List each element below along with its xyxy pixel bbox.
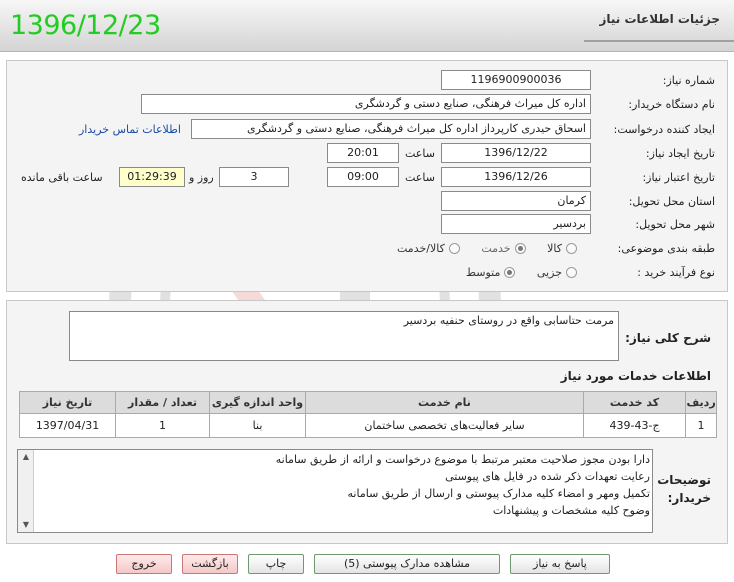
buyer-notes-text: دارا بودن مجوز صلاحیت معتبر مرتبط با موض… [36, 451, 650, 519]
buyer-notes-label-line1: توضیحات [657, 473, 711, 487]
purchase-option-medium-label: متوسط [465, 266, 501, 279]
cell-quantity: 1 [115, 413, 211, 438]
category-option-both[interactable]: کالا/خدمت [397, 242, 460, 255]
description-text: مرمت حتاسابی واقع در روستای حنفیه بردسیر [403, 314, 614, 327]
created-time-label: ساعت [405, 147, 435, 160]
services-header-row: تاریخ نیاز تعداد / مقدار واحد اندازه گیر… [18, 391, 717, 414]
province-label: استان محل تحویل: [628, 195, 715, 208]
category-radio-group: کالا خدمت کالا/خدمت [379, 242, 577, 255]
services-section-title: اطلاعات خدمات مورد نیاز [560, 369, 711, 383]
exit-button[interactable]: خروج [116, 554, 172, 574]
description-field: مرمت حتاسابی واقع در روستای حنفیه بردسیر [69, 311, 619, 361]
radio-selected-icon [514, 243, 526, 254]
radio-circle-icon [566, 267, 577, 278]
purchase-option-partial[interactable]: جزیی [537, 266, 577, 279]
view-attachments-button[interactable]: مشاهده مدارک پیوستی (5) [314, 554, 500, 574]
col-unit: واحد اندازه گیری [209, 391, 307, 414]
city-field: بردسیر [441, 214, 591, 234]
category-label: طبقه بندی موضوعی: [617, 242, 715, 255]
need-number-label: شماره نیاز: [662, 74, 715, 87]
radio-circle-icon [566, 243, 577, 254]
description-label: شرح کلی نیاز: [625, 331, 711, 345]
scroll-down-icon[interactable]: ▼ [18, 518, 34, 532]
validity-time-field: 09:00 [327, 167, 399, 187]
created-date-label: تاریخ ایجاد نیاز: [645, 147, 715, 160]
col-service-code: کد خدمت [582, 391, 687, 414]
cell-need-date: 1397/04/31 [18, 413, 117, 438]
header-date: 1396/12/23 [10, 10, 161, 41]
purchase-type-label: نوع فرآیند خرید : [637, 266, 715, 279]
city-label: شهر محل تحویل: [635, 218, 715, 231]
table-row: 1397/04/31 1 بنا سایر فعالیت‌های تخصصی س… [18, 413, 717, 438]
page-header: 1396/12/23 جزئیات اطلاعات نیاز [0, 0, 734, 52]
radio-selected-icon [504, 267, 516, 278]
header-divider [584, 40, 734, 42]
province-field: کرمان [441, 191, 591, 211]
category-option-both-label: کالا/خدمت [397, 242, 445, 255]
remaining-label: ساعت باقی مانده [21, 171, 103, 184]
buyer-org-label: نام دستگاه خریدار: [628, 98, 715, 111]
back-button[interactable]: بازگشت [182, 554, 238, 574]
scroll-up-icon[interactable]: ▲ [18, 450, 34, 464]
purchase-type-radio-group: جزیی متوسط [448, 266, 577, 279]
validity-time-label: ساعت [405, 171, 435, 184]
category-option-service[interactable]: خدمت [481, 242, 526, 255]
need-number-field: 1196900900036 [441, 70, 591, 90]
remaining-days-field: 3 [219, 167, 289, 187]
buyer-notes-field[interactable]: ▲ ▼ دارا بودن مجوز صلاحیت معتبر مرتبط با… [17, 449, 653, 533]
need-info-panel: شماره نیاز: 1196900900036 نام دستگاه خری… [6, 60, 728, 292]
buyer-contact-link[interactable]: اطلاعات تماس خریدار [79, 123, 181, 136]
print-button[interactable]: چاپ [248, 554, 304, 574]
category-option-goods[interactable]: کالا [547, 242, 577, 255]
buyer-notes-label-line2: خریدار: [667, 491, 711, 505]
need-details-panel: شرح کلی نیاز: مرمت حتاسابی واقع در روستا… [6, 300, 728, 544]
created-date-field: 1396/12/22 [441, 143, 591, 163]
days-label: روز و [189, 171, 214, 184]
col-need-date: تاریخ نیاز [18, 391, 117, 414]
validity-date-field: 1396/12/26 [441, 167, 591, 187]
page-title: جزئیات اطلاعات نیاز [599, 12, 720, 26]
category-option-service-label: خدمت [481, 242, 511, 255]
requester-field: اسحاق حیدری کارپرداز اداره کل میراث فرهن… [191, 119, 591, 139]
buyer-notes-line: دارا بودن مجوز صلاحیت معتبر مرتبط با موض… [275, 453, 650, 466]
radio-circle-icon [448, 243, 460, 254]
col-row-number: ردیف [685, 391, 717, 414]
reply-button[interactable]: پاسخ به نیاز [510, 554, 610, 574]
cell-service-code: ج-43-439 [582, 413, 687, 438]
requester-label: ایجاد کننده درخواست: [613, 123, 715, 136]
services-table: تاریخ نیاز تعداد / مقدار واحد اندازه گیر… [18, 391, 717, 438]
cell-service-name: سایر فعالیت‌های تخصصی ساختمان [305, 413, 584, 438]
buyer-notes-line: رعایت تعهدات ذکر شده در فایل های پیوستی [445, 470, 650, 483]
buyer-notes-line: تکمیل ومهر و امضاء کلیه مدارک پیوستی و ا… [347, 487, 650, 500]
category-option-goods-label: کالا [547, 242, 562, 255]
purchase-option-medium[interactable]: متوسط [466, 266, 516, 279]
countdown-timer: 01:29:39 [119, 167, 185, 187]
col-quantity: تعداد / مقدار [115, 391, 211, 414]
validity-date-label: تاریخ اعتبار نیاز: [642, 171, 715, 184]
buyer-org-field: اداره کل میراث فرهنگی، صنایع دستی و گردش… [141, 94, 591, 114]
cell-unit: بنا [209, 413, 307, 438]
col-service-name: نام خدمت [305, 391, 584, 414]
notes-scrollbar[interactable]: ▲ ▼ [18, 450, 34, 532]
cell-row-number: 1 [685, 413, 717, 438]
buyer-notes-line: وضوح کلیه مشخصات و پیشنهادات [492, 504, 650, 517]
created-time-field: 20:01 [327, 143, 399, 163]
purchase-option-partial-label: جزیی [536, 266, 562, 279]
